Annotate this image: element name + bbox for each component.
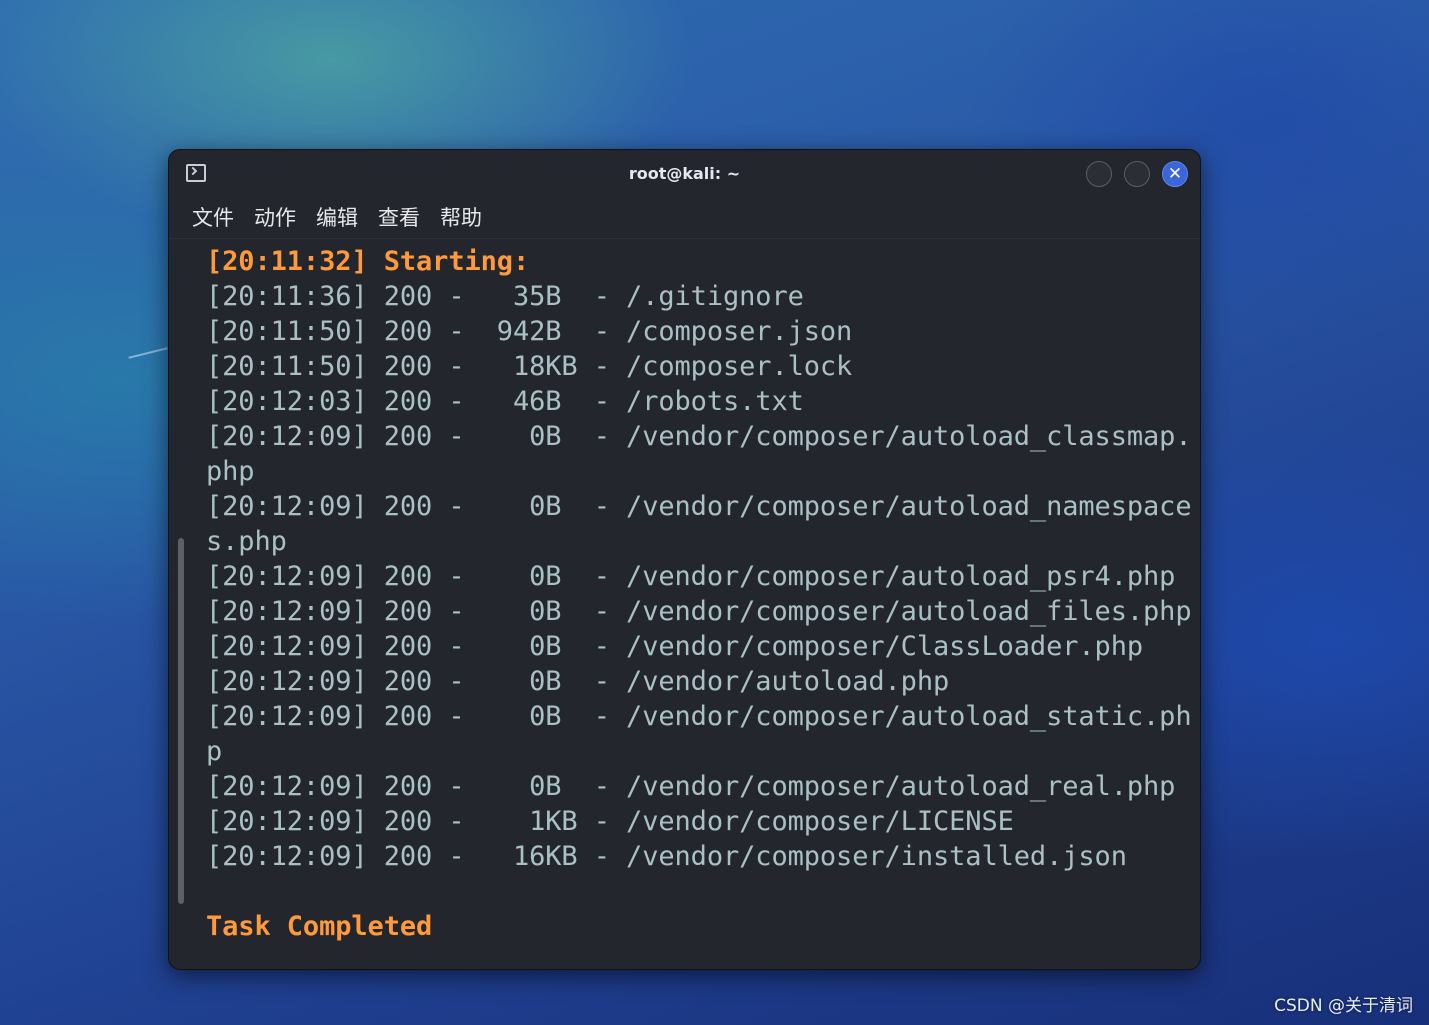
menu-divider [169, 238, 1200, 239]
scrollbar[interactable] [178, 538, 184, 904]
terminal-line: [20:12:09] 200 - 0B - /vendor/autoload.p… [206, 666, 950, 697]
window-title: root@kali: ~ [628, 164, 741, 183]
watermark-text: CSDN @关于清词 [1274, 996, 1413, 1016]
terminal-line: [20:12:09] 200 - 0B - /vendor/composer/C… [206, 631, 1144, 662]
terminal-line: p [206, 736, 223, 767]
terminal-line: [20:12:09] 200 - 1KB - /vendor/composer/… [206, 806, 1014, 837]
terminal-window[interactable]: root@kali: ~ ✕ 文件 动作 编辑 查看 帮助 [20:11:32]… [168, 149, 1201, 970]
terminal-line: [20:12:09] 200 - 0B - /vendor/composer/a… [206, 596, 1192, 627]
terminal-line: [20:12:09] 200 - 0B - /vendor/composer/a… [206, 421, 1192, 452]
terminal-line: [20:11:50] 200 - 18KB - /composer.lock [206, 351, 853, 382]
terminal-output[interactable]: [20:11:32] Starting: [20:11:36] 200 - 35B… [206, 244, 1192, 954]
minimize-button[interactable] [1086, 161, 1112, 187]
close-button[interactable]: ✕ [1162, 161, 1188, 187]
menu-actions[interactable]: 动作 [244, 202, 306, 234]
terminal-line: [20:12:09] 200 - 0B - /vendor/composer/a… [206, 771, 1176, 802]
terminal-line: [20:11:36] 200 - 35B - /.gitignore [206, 281, 804, 312]
wallpaper-streak [128, 347, 168, 359]
terminal-line: [20:12:09] 200 - 0B - /vendor/composer/a… [206, 561, 1176, 592]
menu-view[interactable]: 查看 [368, 202, 430, 234]
menu-file[interactable]: 文件 [182, 202, 244, 234]
terminal-status-line: Task Completed [206, 911, 433, 942]
terminal-line: [20:12:09] 200 - 16KB - /vendor/composer… [206, 841, 1127, 872]
close-icon: ✕ [1167, 164, 1183, 184]
menu-help[interactable]: 帮助 [430, 202, 492, 234]
terminal-line: [20:12:09] 200 - 0B - /vendor/composer/a… [206, 701, 1192, 732]
menu-edit[interactable]: 编辑 [306, 202, 368, 234]
terminal-line: [20:11:50] 200 - 942B - /composer.json [206, 316, 853, 347]
terminal-line: [20:12:03] 200 - 46B - /robots.txt [206, 386, 804, 417]
maximize-button[interactable] [1124, 161, 1150, 187]
terminal-line: php [206, 456, 255, 487]
terminal-line: s.php [206, 526, 287, 557]
terminal-status-line: [20:11:32] Starting: [206, 246, 530, 277]
menu-bar: 文件 动作 编辑 查看 帮助 [182, 202, 492, 234]
title-bar[interactable]: root@kali: ~ ✕ [169, 150, 1200, 200]
terminal-line: [20:12:09] 200 - 0B - /vendor/composer/a… [206, 491, 1192, 522]
